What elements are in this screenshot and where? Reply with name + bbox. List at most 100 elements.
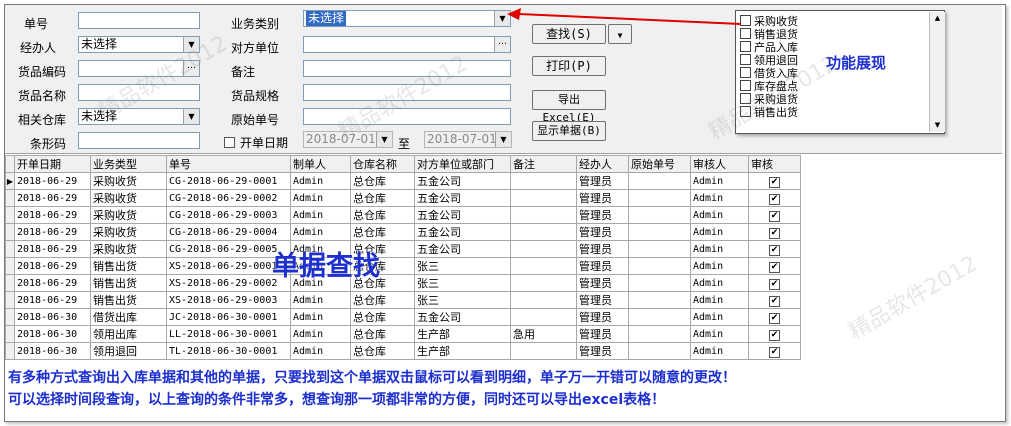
list-scrollbar[interactable]: ▲ ▼ xyxy=(929,12,945,132)
scroll-down-icon[interactable]: ▼ xyxy=(930,119,945,132)
row-indicator[interactable] xyxy=(5,291,15,309)
row-indicator[interactable] xyxy=(5,240,15,258)
row-indicator[interactable] xyxy=(5,325,15,343)
table-cell: 管理员 xyxy=(576,257,629,275)
column-header[interactable]: 原始单号 xyxy=(628,155,691,173)
table-row[interactable]: 2018-06-29 采购收货 CG-2018-06-29-0003 Admin 总仓库… xyxy=(5,206,801,224)
barcode-input[interactable] xyxy=(78,132,200,149)
table-row[interactable]: 2018-06-29 采购收货 CG-2018-06-29-0004 Admin 总仓库… xyxy=(5,223,801,241)
row-pointer-icon[interactable]: ▶ xyxy=(5,172,15,190)
table-row[interactable]: ▶ 2018-06-29 采购收货 CG-2018-06-29-0001 Admin 总仓… xyxy=(5,172,801,190)
table-cell: Admin xyxy=(290,308,351,326)
row-indicator[interactable] xyxy=(5,189,15,207)
table-cell: 采购收货 xyxy=(90,223,167,241)
approved-checkbox[interactable]: ✔ xyxy=(748,274,801,292)
table-cell: 管理员 xyxy=(576,325,629,343)
table-cell xyxy=(510,172,577,190)
function-item[interactable]: 领用退回 xyxy=(740,54,798,67)
table-row[interactable]: 2018-06-29 采购收货 CG-2018-06-29-0002 Admin 总仓库… xyxy=(5,189,801,207)
row-indicator[interactable] xyxy=(5,342,15,360)
approved-checkbox[interactable]: ✔ xyxy=(748,172,801,190)
table-cell: 2018-06-30 xyxy=(14,325,91,343)
table-cell xyxy=(510,342,577,360)
export-excel-button[interactable]: 导出Excel(E) xyxy=(532,90,606,124)
column-header[interactable]: 制单人 xyxy=(290,155,351,173)
table-cell xyxy=(628,342,691,360)
print-button[interactable]: 打印(P) xyxy=(532,56,606,76)
approved-checkbox[interactable]: ✔ xyxy=(748,257,801,275)
approved-checkbox[interactable]: ✔ xyxy=(748,308,801,326)
table-body: ▶ 2018-06-29 采购收货 CG-2018-06-29-0001 Admin 总仓… xyxy=(5,172,801,360)
table-cell: 管理员 xyxy=(576,206,629,224)
approved-checkbox[interactable]: ✔ xyxy=(748,325,801,343)
column-header[interactable]: 业务类型 xyxy=(90,155,167,173)
row-indicator-header xyxy=(5,155,15,173)
table-row[interactable]: 2018-06-30 借货出库 JC-2018-06-30-0001 Admin 总仓库… xyxy=(5,308,801,326)
column-header[interactable]: 单号 xyxy=(166,155,291,173)
table-row[interactable]: 2018-06-30 领用出库 LL-2018-06-30-0001 Admin 总仓库… xyxy=(5,325,801,343)
column-header[interactable]: 审核人 xyxy=(690,155,749,173)
chevron-down-icon[interactable]: ▼ xyxy=(376,132,392,147)
function-item[interactable]: 产品入库 xyxy=(740,41,798,54)
function-item[interactable]: 采购收货 xyxy=(740,15,798,28)
chevron-down-icon[interactable]: ▼ xyxy=(495,132,511,147)
table-row[interactable]: 2018-06-29 销售出货 XS-2018-06-29-0001 Admin 总仓库… xyxy=(5,257,801,275)
table-cell: 急用 xyxy=(510,325,577,343)
check-icon: ✔ xyxy=(769,279,780,290)
table-cell xyxy=(510,291,577,309)
column-header[interactable]: 备注 xyxy=(510,155,577,173)
approved-checkbox[interactable]: ✔ xyxy=(748,342,801,360)
function-item[interactable]: 销售退货 xyxy=(740,28,798,41)
table-row[interactable]: 2018-06-30 领用退回 TL-2018-06-30-0001 Admin 总仓库… xyxy=(5,342,801,360)
scroll-up-icon[interactable]: ▲ xyxy=(930,12,945,25)
row-indicator[interactable] xyxy=(5,274,15,292)
row-indicator[interactable] xyxy=(5,257,15,275)
approved-checkbox[interactable]: ✔ xyxy=(748,189,801,207)
table-cell: CG-2018-06-29-0001 xyxy=(166,172,291,190)
approved-checkbox[interactable]: ✔ xyxy=(748,206,801,224)
column-header[interactable]: 开单日期 xyxy=(14,155,91,173)
table-cell xyxy=(628,240,691,258)
table-cell: Admin xyxy=(690,240,749,258)
table-cell: Admin xyxy=(690,172,749,190)
search-options-button[interactable]: ▼ xyxy=(608,24,632,44)
table-cell: Admin xyxy=(290,223,351,241)
table-cell: Admin xyxy=(690,206,749,224)
caption-line-1: 有多种方式查询出入库单据和其他的单据，只要找到这个单据双击鼠标可以看到明细，单子… xyxy=(8,370,736,386)
column-header[interactable]: 经办人 xyxy=(576,155,629,173)
row-indicator[interactable] xyxy=(5,308,15,326)
warehouse-select[interactable]: 未选择 ▼ xyxy=(78,108,200,125)
handler-select-value: 未选择 xyxy=(81,37,118,51)
table-cell xyxy=(510,206,577,224)
table-row[interactable]: 2018-06-29 采购收货 CG-2018-06-29-0005 Admin 总仓库… xyxy=(5,240,801,258)
table-cell: XS-2018-06-29-0003 xyxy=(166,291,291,309)
ellipsis-icon[interactable]: … xyxy=(494,37,510,52)
table-cell: 销售出货 xyxy=(90,291,167,309)
row-indicator[interactable] xyxy=(5,223,15,241)
show-docs-button[interactable]: 显示单据(B) xyxy=(532,121,606,141)
chevron-down-icon[interactable]: ▼ xyxy=(183,109,199,124)
row-indicator[interactable] xyxy=(5,206,15,224)
doc-no-input[interactable] xyxy=(78,12,200,29)
column-header[interactable]: 审核 xyxy=(748,155,801,173)
approved-checkbox[interactable]: ✔ xyxy=(748,223,801,241)
column-header[interactable]: 仓库名称 xyxy=(350,155,415,173)
open-date-checkbox[interactable] xyxy=(224,137,235,148)
approved-checkbox[interactable]: ✔ xyxy=(748,240,801,258)
table-row[interactable]: 2018-06-29 销售出货 XS-2018-06-29-0003 Admin 总仓库… xyxy=(5,291,801,309)
table-row[interactable]: 2018-06-29 销售出货 XS-2018-06-29-0002 Admin 总仓库… xyxy=(5,274,801,292)
table-cell: Admin xyxy=(290,325,351,343)
table-cell: 总仓库 xyxy=(350,325,415,343)
date-to-picker[interactable]: 2018-07-01 ▼ xyxy=(424,131,512,148)
biz-type-select[interactable]: 未选择 ▼ xyxy=(303,10,511,27)
table-cell xyxy=(510,189,577,207)
table-cell xyxy=(628,325,691,343)
approved-checkbox[interactable]: ✔ xyxy=(748,291,801,309)
column-header[interactable]: 对方单位或部门 xyxy=(414,155,511,173)
search-button[interactable]: 查找(S) xyxy=(532,24,606,44)
table-cell xyxy=(510,274,577,292)
table-cell: 采购收货 xyxy=(90,240,167,258)
counterparty-input[interactable]: … xyxy=(303,36,511,53)
table-cell: 2018-06-29 xyxy=(14,223,91,241)
table-cell: 张三 xyxy=(414,257,511,275)
